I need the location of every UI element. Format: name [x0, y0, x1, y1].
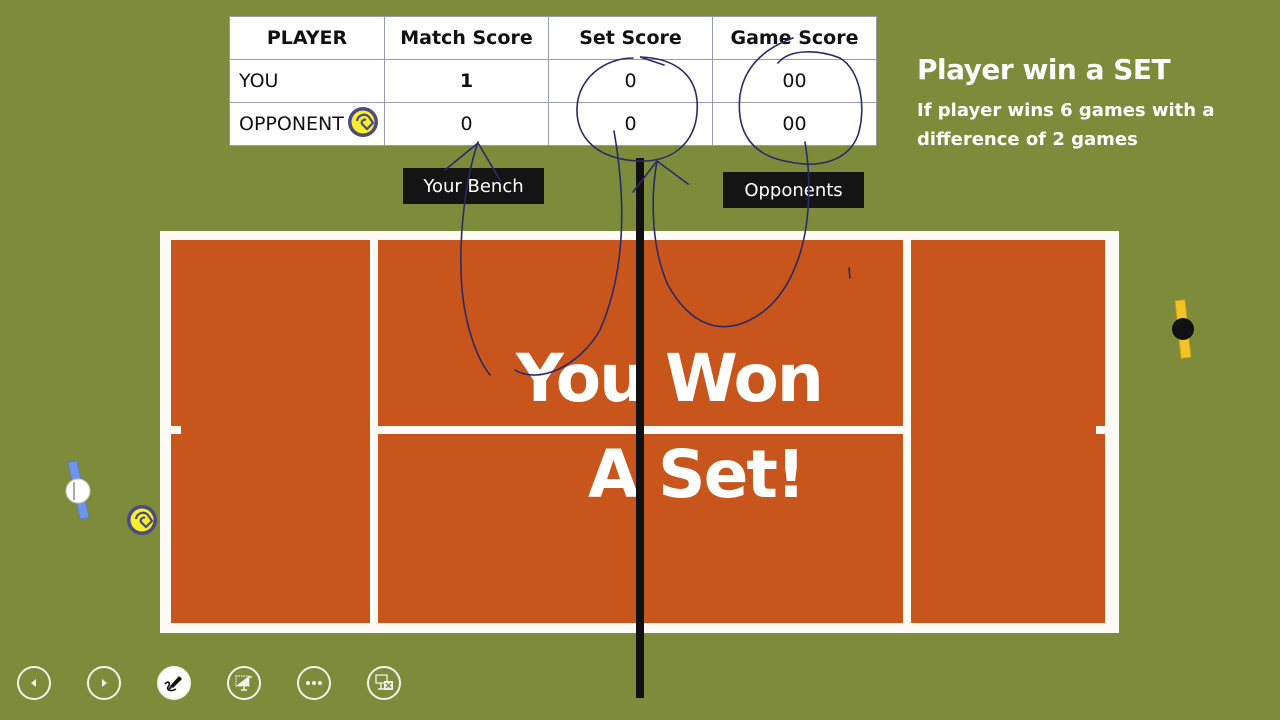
table-row-you: YOU 1 0 00 [229, 59, 877, 103]
slides-icon [235, 675, 252, 691]
next-slide-button[interactable] [87, 666, 121, 700]
pen-icon [164, 676, 182, 692]
court-left-zone [171, 240, 370, 623]
more-options-button[interactable] [297, 666, 331, 700]
set-score: 0 [548, 59, 713, 103]
player-cell-opponent: OPPONENT [229, 102, 385, 146]
player-you[interactable] [60, 458, 100, 529]
win-message-line1: You Won [516, 340, 824, 417]
court-right-zone [911, 240, 1105, 623]
header-match-score: Match Score [384, 16, 549, 60]
table-row-opponent: OPPONENT 0 0 00 [229, 102, 877, 146]
player-opponent[interactable] [1165, 297, 1201, 368]
info-title: Player win a SET [917, 53, 1171, 86]
info-body: If player wins 6 games with a difference… [917, 100, 1215, 150]
net [636, 158, 644, 698]
next-icon [102, 679, 107, 687]
tennis-ball-icon [125, 503, 159, 542]
end-show-icon [375, 674, 393, 690]
pen-tool-button[interactable] [157, 666, 191, 700]
header-set-score: Set Score [548, 16, 713, 60]
end-show-button[interactable] [367, 666, 401, 700]
header-player: PLAYER [229, 16, 385, 60]
center-mark-right [1096, 426, 1105, 434]
game-score: 00 [712, 59, 877, 103]
win-message-line2: A Set! [588, 436, 806, 513]
score-table: PLAYER Match Score Set Score Game Score … [229, 16, 877, 146]
player-name: OPPONENT [239, 112, 344, 135]
previous-slide-button[interactable] [17, 666, 51, 700]
player-name: YOU [229, 59, 385, 103]
set-score: 0 [548, 102, 713, 146]
center-mark-left [171, 426, 181, 434]
prev-icon [31, 679, 36, 687]
game-score: 00 [712, 102, 877, 146]
serve-ball-icon [346, 105, 380, 144]
your-bench-label: Your Bench [403, 168, 544, 204]
score-table-header: PLAYER Match Score Set Score Game Score [229, 16, 877, 60]
opponents-label: Opponents [723, 172, 864, 208]
more-icon [306, 681, 322, 685]
see-all-slides-button[interactable] [227, 666, 261, 700]
header-game-score: Game Score [712, 16, 877, 60]
match-score: 0 [384, 102, 549, 146]
match-score: 1 [384, 59, 549, 103]
